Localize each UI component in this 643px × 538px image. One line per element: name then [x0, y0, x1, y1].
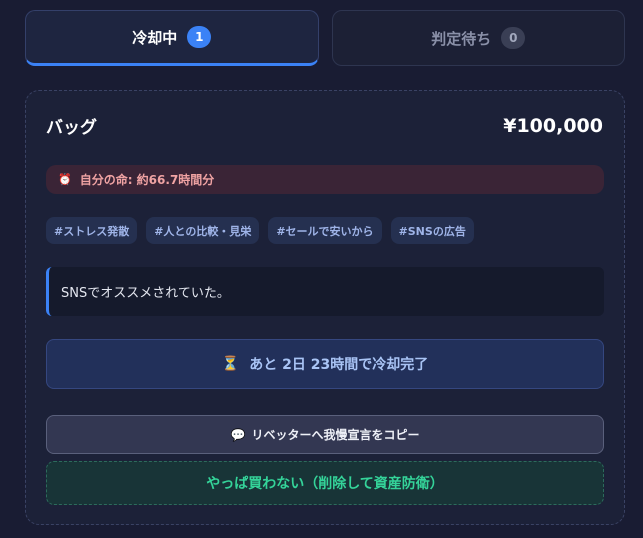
tab-pending-count-badge: 0 [501, 27, 526, 49]
give-up-delete-button[interactable]: やっぱ買わない（削除して資産防衛） [46, 461, 604, 505]
alarm-clock-icon: ⏰ [58, 173, 72, 186]
item-card: バッグ ¥100,000 ⏰ 自分の命: 約66.7時間分 #ストレス発散 #人… [25, 90, 625, 525]
cooldown-status: ⏳ あと 2日 23時間で冷却完了 [46, 339, 604, 389]
tab-cooling-count-badge: 1 [187, 26, 212, 48]
life-cost-text: 自分の命: 約66.7時間分 [79, 173, 215, 187]
reason-tag: #SNSの広告 [390, 217, 474, 244]
item-price: ¥100,000 [503, 115, 603, 137]
hourglass-icon: ⏳ [221, 356, 240, 372]
reason-tags: #ストレス発散 #人との比較・見栄 #セールで安いから #SNSの広告 [46, 217, 474, 244]
item-name: バッグ [46, 118, 97, 138]
item-memo: SNSでオススメされていた。 [46, 267, 604, 316]
copy-declaration-label: リベッターへ我慢宣言をコピー [251, 428, 420, 442]
copy-declaration-button[interactable]: 💬 リベッターへ我慢宣言をコピー [46, 415, 604, 454]
reason-tag: #セールで安いから [268, 217, 382, 244]
life-cost-banner: ⏰ 自分の命: 約66.7時間分 [46, 165, 604, 194]
reason-tag: #ストレス発散 [46, 217, 138, 244]
tab-cooling-label: 冷却中 [132, 28, 178, 47]
cooldown-text: あと 2日 23時間で冷却完了 [249, 357, 429, 373]
speech-bubble-icon: 💬 [230, 427, 246, 442]
reason-tag: #人との比較・見栄 [146, 217, 260, 244]
tab-bar: 冷却中 1 判定待ち 0 [25, 10, 625, 66]
tab-pending[interactable]: 判定待ち 0 [331, 10, 625, 66]
tab-pending-label: 判定待ち [431, 29, 492, 48]
tab-cooling[interactable]: 冷却中 1 [25, 10, 319, 66]
